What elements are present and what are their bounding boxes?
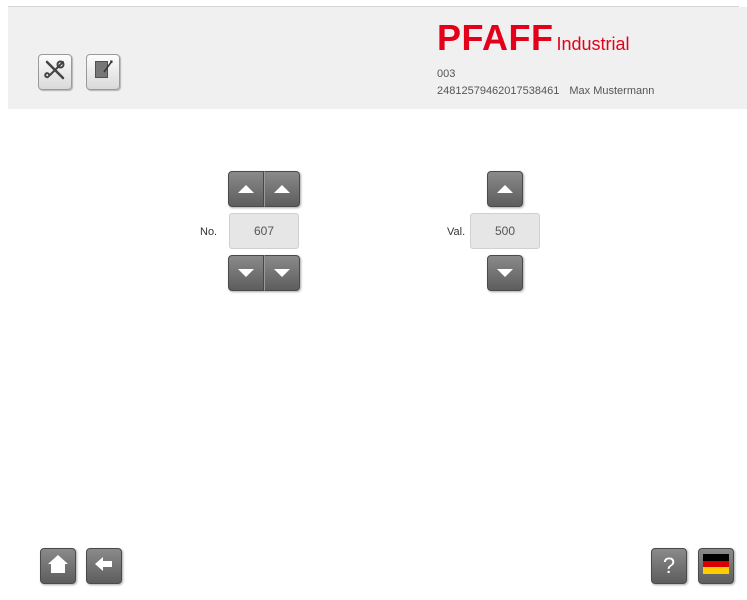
number-label: No. <box>200 226 218 238</box>
number-down-button[interactable] <box>264 255 300 291</box>
arrow-down-icon <box>497 269 513 277</box>
arrow-up-icon <box>238 185 254 193</box>
number-fast-up-button[interactable] <box>228 171 264 207</box>
notepad-edit-icon <box>92 58 114 87</box>
arrow-up-icon <box>274 185 290 193</box>
notes-edit-button[interactable] <box>86 54 120 90</box>
arrow-up-icon <box>497 185 513 193</box>
brand-name: PFAFF <box>437 17 554 58</box>
service-tools-button[interactable] <box>38 54 72 90</box>
back-button[interactable] <box>86 548 122 584</box>
number-field[interactable]: 607 <box>229 213 299 249</box>
help-label: ? <box>662 553 676 578</box>
language-button[interactable] <box>698 548 734 584</box>
back-arrow-icon <box>94 555 114 578</box>
home-icon <box>47 553 69 580</box>
number-fast-down-button[interactable] <box>228 255 264 291</box>
arrow-down-icon <box>238 269 254 277</box>
number-up-button[interactable] <box>264 171 300 207</box>
machine-code: 003 <box>437 68 456 80</box>
value-up-button[interactable] <box>487 171 523 207</box>
german-flag-icon <box>703 553 729 579</box>
wrench-screwdriver-icon <box>43 58 67 87</box>
value-field[interactable]: 500 <box>470 213 540 249</box>
help-button[interactable]: ? <box>651 548 687 584</box>
value-label: Val. <box>447 226 466 238</box>
home-button[interactable] <box>40 548 76 584</box>
value-down-button[interactable] <box>487 255 523 291</box>
arrow-down-icon <box>274 269 290 277</box>
serial-number: 24812579462017538461 <box>437 85 560 97</box>
brand-subtitle: Industrial <box>556 34 630 54</box>
pfaff-logo: PFAFF Industrial <box>437 20 630 56</box>
machine-info: 24812579462017538461 Max Mustermann <box>437 85 654 97</box>
user-name: Max Mustermann <box>569 85 655 97</box>
